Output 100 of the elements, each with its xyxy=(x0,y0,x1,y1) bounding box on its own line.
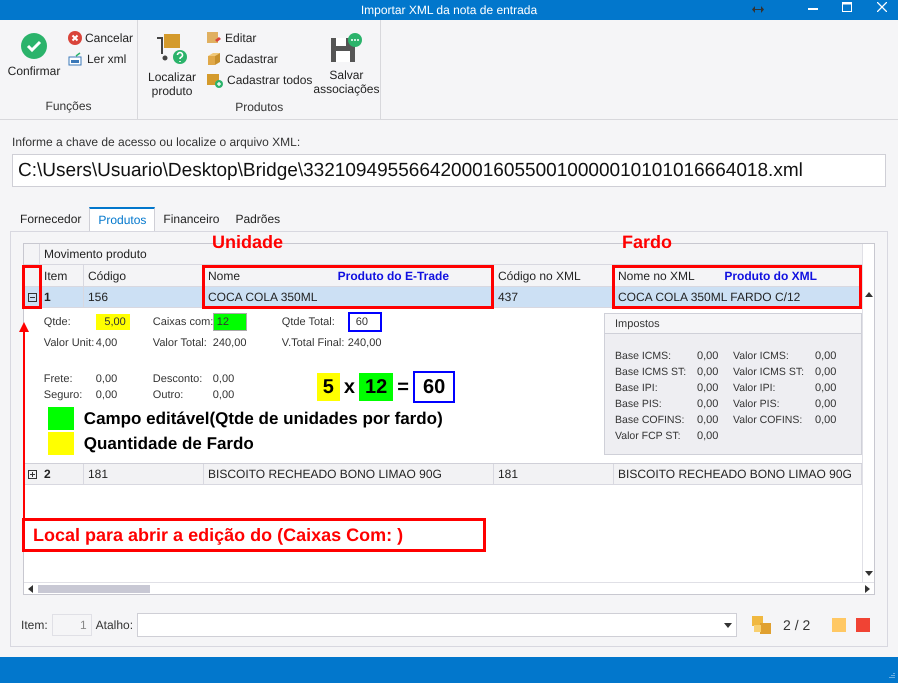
resize-grip-icon[interactable] xyxy=(887,672,895,680)
vertical-scrollbar[interactable] xyxy=(862,244,874,582)
tax-label: Valor FCP ST: xyxy=(615,429,682,444)
callout-box: Local para abrir a edição do (Caixas Com: ) xyxy=(22,518,486,552)
tax-value: 0,00 xyxy=(697,429,718,444)
box-icon xyxy=(206,51,222,67)
field-value[interactable]: 12 xyxy=(212,312,247,332)
box-add-icon xyxy=(206,72,224,88)
maximize-icon[interactable] xyxy=(842,2,852,12)
ribbon-group-label: Funções xyxy=(44,98,93,115)
status-square[interactable] xyxy=(856,618,870,632)
ribbon-button[interactable]: Confirmar xyxy=(4,20,64,97)
column-header[interactable]: Código no XML xyxy=(494,265,614,286)
scroll-right-icon[interactable] xyxy=(864,584,870,592)
field-value: 4,00 xyxy=(96,336,118,351)
field-label: Outro: xyxy=(152,388,184,403)
window-title: Importar XML da nota de entrada xyxy=(360,2,538,19)
ribbon-button[interactable]: Cadastrar todos xyxy=(206,72,312,88)
scroll-left-icon[interactable] xyxy=(28,584,34,592)
ribbon-button[interactable]: Editar xyxy=(206,30,312,46)
save-icon xyxy=(329,32,364,64)
box-tag-icon xyxy=(206,30,222,46)
field-value: 0,00 xyxy=(96,388,118,403)
tab[interactable]: Padrões xyxy=(227,207,288,231)
table-cell: 1 xyxy=(40,287,84,307)
header-note: Produto do XML xyxy=(724,268,817,284)
column-header[interactable]: Código xyxy=(84,265,204,286)
close-icon xyxy=(68,31,82,45)
field-label: Valor Unit: xyxy=(44,336,96,351)
table-cell: BISCOITO RECHEADO BONO LIMAO 90G xyxy=(204,464,494,484)
table-cell: COCA COLA 350ML xyxy=(204,287,494,307)
tax-label: Base PIS: xyxy=(615,397,663,412)
grid-row[interactable]: 2 181 BISCOITO RECHEADO BONO LIMAO 90G 181 BISCOITO RECHEADO BONO LIMAO 90G xyxy=(24,464,862,485)
field-label: Valor Total: xyxy=(152,336,208,351)
field-label: Informe a chave de acesso ou localize o arquivo XML: xyxy=(12,134,302,151)
ribbon-button[interactable]: Cadastrar xyxy=(206,51,312,67)
column-header[interactable]: Nome Produto do E-Trade xyxy=(204,265,494,286)
tab[interactable]: Produtos xyxy=(89,207,156,231)
field-label: Qtde: xyxy=(44,314,72,330)
tax-value: 0,00 xyxy=(815,381,836,396)
close-icon[interactable] xyxy=(877,2,887,12)
table-cell: BISCOITO RECHEADO BONO LIMAO 90G xyxy=(614,464,862,484)
field-value: 240,00 xyxy=(212,336,247,351)
field-label: Desconto: xyxy=(152,372,204,387)
scroll-down-icon[interactable] xyxy=(864,571,872,576)
tax-label: Base COFINS: xyxy=(615,413,686,428)
callout-label: Unidade xyxy=(212,232,284,252)
ribbon-button[interactable]: Cancelar xyxy=(68,30,134,46)
tax-label: Valor IPI: xyxy=(733,381,776,396)
formula-term: 60 xyxy=(412,371,456,403)
field-label: Atalho: xyxy=(96,617,134,634)
panel-title: Impostos xyxy=(605,314,861,334)
tax-label: Valor ICMS ST: xyxy=(733,365,805,380)
ribbon-button[interactable]: Localizar produto xyxy=(142,20,202,98)
resize-horizontal-icon[interactable] xyxy=(752,6,764,13)
legend-text: Campo editável(Qtde de unidades por fardo) xyxy=(84,408,443,430)
file-path-field[interactable]: C:\Users\Usuario\Desktop\Bridge\33210949556642000160550010000010101016664018.xml xyxy=(12,154,886,187)
collapse-icon[interactable] xyxy=(28,292,36,302)
field-label: Seguro: xyxy=(44,388,84,403)
tab[interactable]: Fornecedor xyxy=(12,207,90,231)
grid-row[interactable]: 1 156 COCA COLA 350ML 437 COCA COLA 350ML FARDO C/12 xyxy=(24,287,862,308)
column-header[interactable]: Item xyxy=(40,265,84,286)
tax-value: 0,00 xyxy=(697,413,718,428)
ribbon-button[interactable]: Salvar associações xyxy=(316,20,376,98)
field-value: 0,00 xyxy=(212,388,236,403)
tab[interactable]: Financeiro xyxy=(155,207,228,231)
field-label: Frete: xyxy=(44,372,74,387)
table-cell: COCA COLA 350ML FARDO C/12 xyxy=(614,287,862,307)
formula-term: 12 xyxy=(359,373,394,401)
tax-value: 0,00 xyxy=(697,397,718,412)
field-label: Item: xyxy=(21,617,48,634)
checkmark-icon xyxy=(20,32,48,60)
column-header[interactable]: Nome no XML Produto do XML xyxy=(614,265,862,286)
legend-text: Quantidade de Fardo xyxy=(84,433,254,455)
cart-search-icon xyxy=(155,32,190,66)
table-cell: 437 xyxy=(494,287,614,307)
formula-term: 5 xyxy=(316,373,340,401)
tax-label: Base ICMS: xyxy=(615,349,672,364)
field-value: 60 xyxy=(348,312,382,332)
tax-value: 0,00 xyxy=(697,349,718,364)
expand-icon[interactable] xyxy=(28,470,36,478)
tax-label: Base IPI: xyxy=(615,381,659,396)
scroll-up-icon[interactable] xyxy=(864,292,872,297)
pager-text: 2 / 2 xyxy=(783,616,810,634)
tax-value: 0,00 xyxy=(815,413,836,428)
field-value: 0,00 xyxy=(212,372,236,387)
header-note: Produto do E-Trade xyxy=(338,268,449,284)
table-cell: 156 xyxy=(84,287,204,307)
tax-value: 0,00 xyxy=(815,397,836,412)
field-label: V.Total Final: xyxy=(282,336,346,351)
tax-label: Valor COFINS: xyxy=(733,413,804,428)
table-cell: 181 xyxy=(84,464,204,484)
table-cell: 2 xyxy=(40,464,84,484)
table-cell: 181 xyxy=(494,464,614,484)
ribbon-group-label: Produtos xyxy=(234,99,284,116)
horizontal-scrollbar[interactable] xyxy=(24,582,874,594)
ribbon-button[interactable]: Ler xml xyxy=(68,51,134,67)
field-value: 0,00 xyxy=(96,372,118,387)
callout-label: Fardo xyxy=(622,232,672,252)
field-label: Qtde Total: xyxy=(282,314,336,330)
